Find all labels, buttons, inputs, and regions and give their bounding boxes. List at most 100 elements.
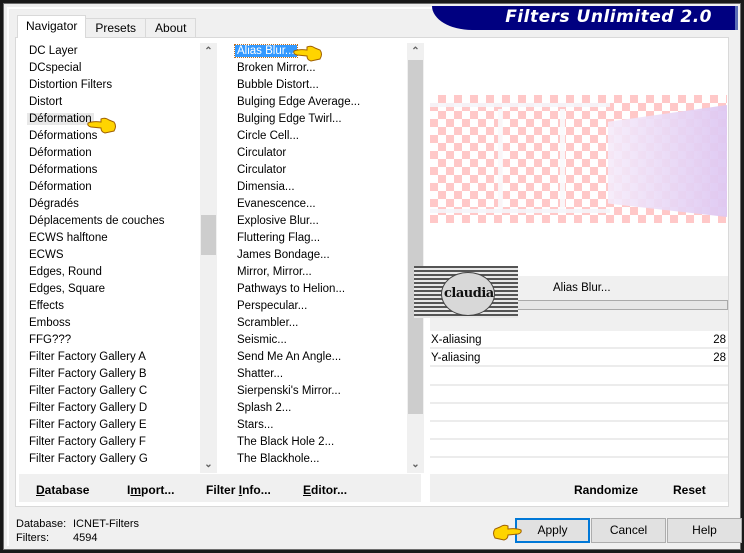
category-item[interactable]: ECWS halftone: [24, 230, 199, 247]
category-item[interactable]: FFG???: [24, 332, 199, 349]
filter-item[interactable]: Circulator: [232, 162, 405, 179]
filter-item-label: Shatter...: [237, 368, 284, 380]
category-item[interactable]: Filter Factory Gallery B: [24, 366, 199, 383]
filter-item[interactable]: Bulging Edge Twirl...: [232, 111, 405, 128]
category-list[interactable]: DC Layer DCspecial Distortion Filters Disto…: [24, 43, 199, 471]
apply-button[interactable]: Apply: [515, 518, 590, 543]
scroll-thumb[interactable]: [408, 60, 423, 414]
category-item[interactable]: Déformation: [24, 179, 199, 196]
filter-title: Alias Blur...: [553, 282, 611, 294]
filter-item[interactable]: Bubble Distort...: [232, 77, 405, 94]
banner-edge: [735, 6, 738, 30]
category-item[interactable]: Déformation: [24, 145, 199, 162]
filter-item-label: Circulator: [237, 147, 287, 159]
category-item-label: Filter Factory Gallery F: [29, 436, 146, 448]
left-button-bar: Database Import... Filter Info... Editor…: [19, 474, 421, 502]
scroll-thumb[interactable]: [201, 215, 216, 255]
category-item[interactable]: Filter Factory Gallery A: [24, 349, 199, 366]
category-item[interactable]: Dégradés: [24, 196, 199, 213]
category-scrollbar[interactable]: ⌃ ⌄: [200, 43, 217, 473]
filter-item-label: Evanescence...: [237, 198, 316, 210]
help-button[interactable]: Help: [667, 518, 742, 543]
status-filters-label: Filters:: [16, 532, 49, 544]
category-item[interactable]: DCspecial: [24, 60, 199, 77]
watermark-logo: claudia: [414, 266, 518, 318]
import-button[interactable]: Import...: [127, 483, 174, 497]
tab-about[interactable]: About: [145, 18, 197, 38]
category-item[interactable]: Emboss: [24, 315, 199, 332]
tab-navigator[interactable]: Navigator: [17, 15, 87, 38]
filter-item[interactable]: Bulging Edge Average...: [232, 94, 405, 111]
category-item[interactable]: Filter Factory Gallery F: [24, 434, 199, 451]
filter-item-label: Stars...: [237, 419, 274, 431]
filter-scrollbar[interactable]: ⌃ ⌄: [407, 43, 424, 473]
category-item-label: Distort: [29, 96, 63, 108]
param-value: 28: [713, 334, 726, 346]
category-item[interactable]: Filter Factory Gallery D: [24, 400, 199, 417]
filter-item[interactable]: Fluttering Flag...: [232, 230, 405, 247]
category-item[interactable]: Edges, Square: [24, 281, 199, 298]
category-item[interactable]: Effects: [24, 298, 199, 315]
category-item[interactable]: Déformations: [24, 162, 199, 179]
filter-item[interactable]: Sierpenski's Mirror...: [232, 383, 405, 400]
reset-button[interactable]: Reset: [673, 483, 706, 497]
filter-item[interactable]: Shatter...: [232, 366, 405, 383]
filter-info-button[interactable]: Filter Info...: [206, 483, 271, 497]
filter-list[interactable]: Alias Blur... Broken Mirror... Bubble Dist…: [232, 43, 405, 471]
filter-item-label: Bulging Edge Average...: [237, 96, 361, 108]
scroll-down-icon[interactable]: ⌄: [200, 456, 217, 473]
empty-param-row: [430, 420, 728, 422]
filter-item[interactable]: Send Me An Angle...: [232, 349, 405, 366]
filter-item-label: Send Me An Angle...: [237, 351, 342, 363]
filter-item[interactable]: The Blackhole...: [232, 451, 405, 468]
category-item[interactable]: DC Layer: [24, 43, 199, 60]
filter-item[interactable]: Seismic...: [232, 332, 405, 349]
filter-item[interactable]: Explosive Blur...: [232, 213, 405, 230]
filter-item[interactable]: Circulator: [232, 145, 405, 162]
filter-item-label: Pathways to Helion...: [237, 283, 346, 295]
filter-item-label: Perspecular...: [237, 300, 308, 312]
param-row-y-aliasing[interactable]: Y-aliasing 28: [430, 350, 728, 367]
filter-item[interactable]: Scrambler...: [232, 315, 405, 332]
scroll-up-icon[interactable]: ⌃: [407, 43, 424, 60]
category-item-label: Déformations: [29, 164, 98, 176]
category-item[interactable]: Filter Factory Gallery E: [24, 417, 199, 434]
category-item-label: DC Layer: [29, 45, 78, 57]
category-item[interactable]: Distortion Filters: [24, 77, 199, 94]
filter-item[interactable]: Circle Cell...: [232, 128, 405, 145]
scroll-down-icon[interactable]: ⌄: [407, 456, 424, 473]
category-item[interactable]: Distort: [24, 94, 199, 111]
category-item[interactable]: Filter Factory Gallery G: [24, 451, 199, 468]
category-item[interactable]: Edges, Round: [24, 264, 199, 281]
filter-item[interactable]: Dimensia...: [232, 179, 405, 196]
preview-shape: [608, 105, 727, 217]
category-item-label: Filter Factory Gallery C: [29, 385, 148, 397]
param-label: X-aliasing: [431, 334, 482, 346]
category-item[interactable]: Déplacements de couches: [24, 213, 199, 230]
preview-bar: [560, 109, 565, 209]
cancel-button[interactable]: Cancel: [591, 518, 666, 543]
filter-item[interactable]: Pathways to Helion...: [232, 281, 405, 298]
param-label: Y-aliasing: [431, 352, 481, 364]
filter-item[interactable]: Splash 2...: [232, 400, 405, 417]
filter-item[interactable]: The Black Hole 2...: [232, 434, 405, 451]
filter-item[interactable]: James Bondage...: [232, 247, 405, 264]
scroll-up-icon[interactable]: ⌃: [200, 43, 217, 60]
category-item[interactable]: ECWS: [24, 247, 199, 264]
filter-item-label: Scrambler...: [237, 317, 299, 329]
tab-presets[interactable]: Presets: [85, 18, 147, 38]
filter-item[interactable]: Mirror, Mirror...: [232, 264, 405, 281]
filter-item[interactable]: Evanescence...: [232, 196, 405, 213]
category-item[interactable]: Filter Factory Gallery C: [24, 383, 199, 400]
filter-item-label: Mirror, Mirror...: [237, 266, 312, 278]
filter-item[interactable]: Perspecular...: [232, 298, 405, 315]
pointing-hand-icon: [87, 117, 116, 134]
param-row-x-aliasing[interactable]: X-aliasing 28: [430, 332, 728, 349]
randomize-button[interactable]: Randomize: [574, 483, 638, 497]
category-item-label: Déplacements de couches: [29, 215, 165, 227]
filter-item[interactable]: Broken Mirror...: [232, 60, 405, 77]
database-button[interactable]: Database: [36, 483, 89, 497]
editor-button[interactable]: Editor...: [303, 483, 347, 497]
app-title: Filters Unlimited 2.0: [505, 7, 712, 27]
filter-item[interactable]: Stars...: [232, 417, 405, 434]
